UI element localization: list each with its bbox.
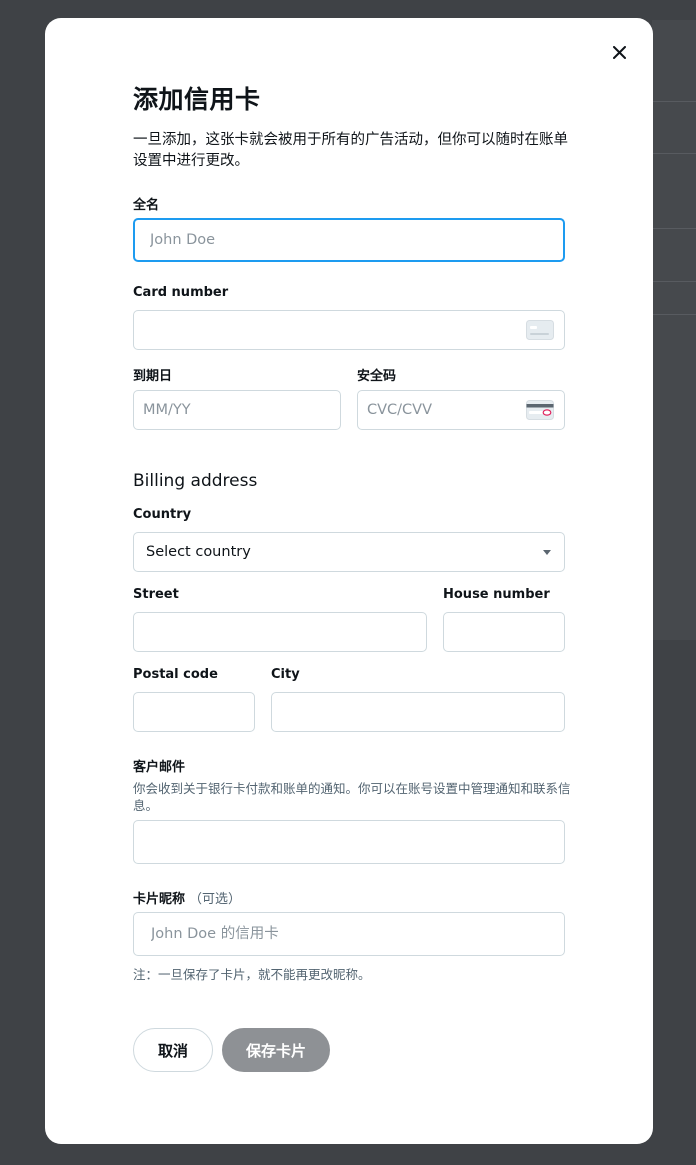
background-page (652, 20, 696, 640)
cancel-button[interactable]: 取消 (133, 1028, 213, 1072)
credit-card-icon (526, 320, 554, 340)
street-label: Street (133, 587, 179, 602)
full-name-label: 全名 (133, 198, 160, 213)
card-nickname-label: 卡片昵称 （可选） (133, 888, 241, 907)
card-back-cvc-icon (526, 400, 554, 420)
background-divider (652, 281, 696, 282)
street-input[interactable] (134, 613, 426, 651)
background-divider (652, 228, 696, 229)
postal-code-input[interactable] (134, 693, 254, 731)
full-name-input[interactable] (135, 220, 563, 260)
country-label: Country (133, 507, 192, 522)
street-field (133, 612, 427, 652)
country-selected-value: Select country (146, 544, 251, 560)
card-number-input[interactable] (134, 311, 564, 349)
expiry-label: 到期日 (133, 369, 173, 384)
background-divider (652, 153, 696, 154)
modal-title: 添加信用卡 (133, 85, 261, 114)
close-icon (612, 45, 626, 59)
customer-email-description: 你会收到关于银行卡付款和账单的通知。你可以在账号设置中管理通知和联系信息。 (133, 781, 571, 813)
close-button[interactable] (605, 38, 633, 66)
card-nickname-input[interactable] (134, 913, 564, 955)
full-name-field (133, 218, 565, 262)
city-input[interactable] (272, 693, 564, 731)
modal-description: 一旦添加，这张卡就会被用于所有的广告活动，但你可以随时在账单设置中进行更改。 (133, 132, 568, 169)
card-number-label: Card number (133, 285, 229, 300)
card-nickname-field (133, 912, 565, 956)
customer-email-field (133, 820, 565, 864)
customer-email-label: 客户邮件 (133, 760, 186, 775)
optional-tag: （可选） (189, 892, 242, 907)
customer-email-input[interactable] (134, 821, 564, 863)
add-card-modal: 添加信用卡 一旦添加，这张卡就会被用于所有的广告活动，但你可以随时在账单设置中进… (45, 18, 653, 1144)
postal-code-field (133, 692, 255, 732)
house-number-input[interactable] (444, 613, 564, 651)
background-divider (652, 101, 696, 102)
nickname-note: 注：一旦保存了卡片，就不能再更改昵称。 (133, 967, 371, 982)
security-code-label: 安全码 (357, 369, 397, 384)
card-nickname-label-text: 卡片昵称 (133, 892, 186, 907)
background-divider (652, 314, 696, 315)
save-card-button[interactable]: 保存卡片 (222, 1028, 330, 1072)
country-select[interactable]: Select country (133, 532, 565, 572)
house-number-label: House number (443, 587, 550, 602)
city-field (271, 692, 565, 732)
security-code-field (357, 390, 565, 430)
expiry-input[interactable] (134, 391, 340, 429)
house-number-field (443, 612, 565, 652)
dropdown-arrow-icon (543, 549, 551, 555)
postal-code-label: Postal code (133, 667, 218, 682)
expiry-field (133, 390, 341, 430)
card-number-field (133, 310, 565, 350)
city-label: City (271, 667, 300, 682)
billing-address-title: Billing address (133, 471, 258, 491)
